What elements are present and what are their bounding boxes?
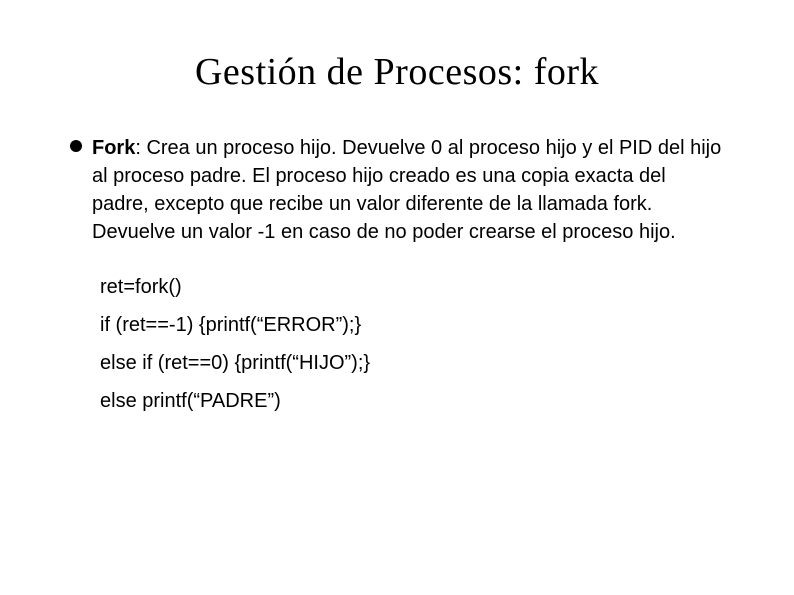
bullet-text: : Crea un proceso hijo. Devuelve 0 al pr… xyxy=(92,137,721,243)
bullet-term: Fork xyxy=(92,137,135,159)
bullet-item: Fork: Crea un proceso hijo. Devuelve 0 a… xyxy=(70,134,724,246)
slide-body: Fork: Crea un proceso hijo. Devuelve 0 a… xyxy=(70,134,724,420)
slide-title: Gestión de Procesos: fork xyxy=(70,50,724,94)
code-line: if (ret==-1) {printf(“ERROR”);} xyxy=(100,306,724,344)
code-line: else if (ret==0) {printf(“HIJO”);} xyxy=(100,344,724,382)
code-block: ret=fork() if (ret==-1) {printf(“ERROR”)… xyxy=(70,268,724,420)
slide: Gestión de Procesos: fork Fork: Crea un … xyxy=(0,0,794,595)
code-line: ret=fork() xyxy=(100,268,724,306)
code-line: else printf(“PADRE”) xyxy=(100,382,724,420)
